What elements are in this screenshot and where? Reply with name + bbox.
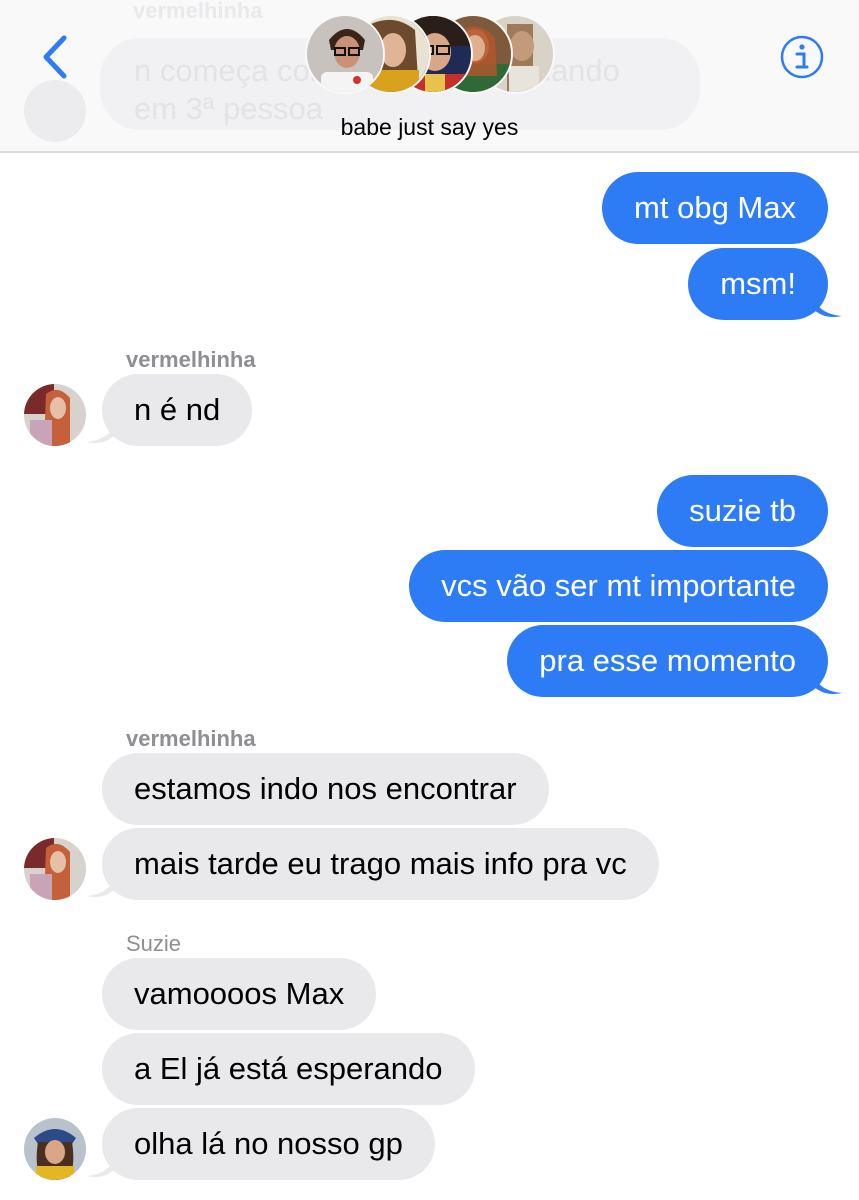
outgoing-message[interactable]: mt obg Max bbox=[602, 172, 828, 244]
group-name[interactable]: babe just say yes bbox=[0, 114, 859, 141]
outgoing-bubble-tail bbox=[812, 292, 842, 317]
outgoing-bubble-tail bbox=[812, 669, 842, 694]
outgoing-message[interactable]: suzie tb bbox=[657, 475, 828, 547]
sender-name: Suzie bbox=[126, 931, 182, 956]
sender-name: vermelhinha bbox=[126, 347, 256, 372]
back-button[interactable] bbox=[36, 32, 76, 82]
chevron-left-icon bbox=[43, 35, 67, 79]
group-avatar-stack[interactable] bbox=[305, 14, 555, 96]
member-avatar bbox=[305, 14, 385, 94]
sender-avatar[interactable] bbox=[24, 838, 86, 900]
sender-name: vermelhinha bbox=[126, 726, 256, 751]
incoming-message[interactable]: estamos indo nos encontrar bbox=[102, 753, 549, 825]
sender-avatar[interactable] bbox=[24, 384, 86, 446]
incoming-message[interactable]: a El já está esperando bbox=[102, 1033, 475, 1105]
incoming-message[interactable]: vamoooos Max bbox=[102, 958, 377, 1030]
outgoing-message[interactable]: msm! bbox=[688, 248, 828, 320]
info-button[interactable] bbox=[779, 34, 825, 80]
outgoing-message[interactable]: vcs vão ser mt importante bbox=[409, 550, 828, 622]
sender-avatar[interactable] bbox=[24, 1118, 86, 1180]
info-circle-icon bbox=[780, 35, 824, 79]
incoming-message[interactable]: n é nd bbox=[102, 374, 253, 446]
outgoing-message[interactable]: pra esse momento bbox=[507, 625, 828, 697]
incoming-message[interactable]: olha lá no nosso gp bbox=[102, 1108, 435, 1180]
ghost-sender-name: vermelhinha bbox=[133, 0, 263, 23]
incoming-message[interactable]: mais tarde eu trago mais info pra vc bbox=[102, 828, 659, 900]
conversation-header: vermelhinha n começa com isso de ficar f… bbox=[0, 0, 859, 153]
